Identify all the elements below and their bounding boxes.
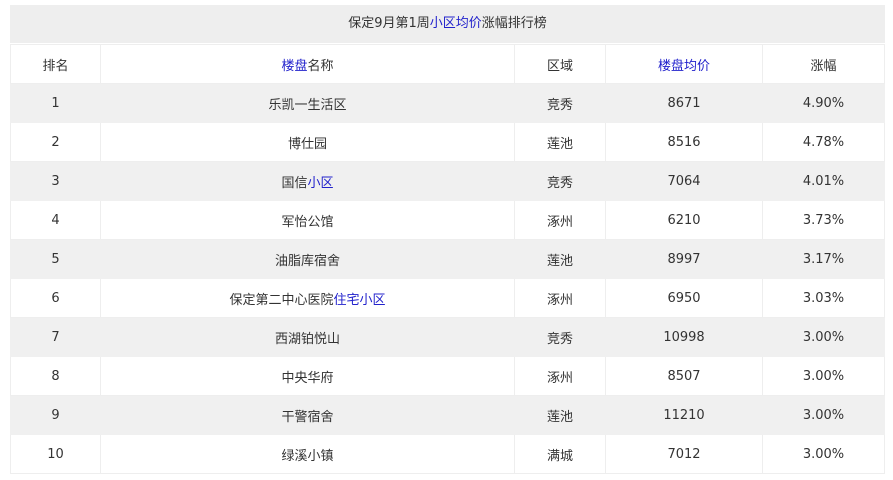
community-name: 博仕园 [287,136,327,152]
cell-change: 4.90% [762,83,885,123]
cell-rank: 7 [10,317,101,357]
cell-rank: 10 [10,434,101,474]
cell-area: 竞秀 [514,161,606,201]
table-row: 5 油脂库宿舍 莲池 8997 3.17% [10,239,885,279]
table-row: 7 西湖铂悦山 竞秀 10998 3.00% [10,317,885,357]
cell-price: 6210 [605,200,763,240]
community-name: 保定第二中心医院 [229,292,334,308]
header-change: 涨幅 [762,44,885,84]
price-ranking-table: 保定9月第1周小区均价涨幅排行榜 排名 楼盘名称 区域 楼盘均价 涨幅 1 乐凯一… [10,5,885,474]
cell-rank: 8 [10,356,101,396]
cell-area: 莲池 [514,395,606,435]
cell-name: 绿溪小镇 [100,434,515,474]
community-name: 西湖铂悦山 [274,331,340,347]
cell-name: 保定第二中心医院住宅小区 [100,278,515,318]
cell-rank: 2 [10,122,101,162]
header-name-rest: 名称 [307,58,334,74]
caption-prefix: 保定9月第1周 [348,16,430,31]
cell-change: 4.78% [762,122,885,162]
header-name: 楼盘名称 [100,44,515,84]
community-name: 油脂库宿舍 [274,253,340,269]
table-row: 2 博仕园 莲池 8516 4.78% [10,122,885,162]
cell-price: 7012 [605,434,763,474]
cell-price: 11210 [605,395,763,435]
cell-area: 涿州 [514,278,606,318]
table-row: 6 保定第二中心医院住宅小区 涿州 6950 3.03% [10,278,885,318]
cell-area: 莲池 [514,122,606,162]
caption-suffix: 涨幅排行榜 [481,16,547,31]
cell-name: 国信小区 [100,161,515,201]
cell-price: 6950 [605,278,763,318]
cell-change: 3.17% [762,239,885,279]
cell-change: 3.03% [762,278,885,318]
cell-rank: 4 [10,200,101,240]
cell-price: 10998 [605,317,763,357]
cell-price: 8507 [605,356,763,396]
cell-name: 西湖铂悦山 [100,317,515,357]
cell-price: 8997 [605,239,763,279]
cell-area: 涿州 [514,356,606,396]
cell-area: 满城 [514,434,606,474]
header-row: 排名 楼盘名称 区域 楼盘均价 涨幅 [10,44,885,84]
cell-price: 8671 [605,83,763,123]
community-name-link[interactable]: 住宅小区 [334,293,386,308]
community-name: 乐凯一生活区 [268,97,347,113]
table-row: 9 干警宿舍 莲池 11210 3.00% [10,395,885,435]
cell-rank: 5 [10,239,101,279]
cell-area: 竞秀 [514,83,606,123]
community-name: 绿溪小镇 [281,448,334,464]
cell-area: 莲池 [514,239,606,279]
cell-change: 3.00% [762,317,885,357]
caption-link[interactable]: 小区均价 [430,16,482,31]
cell-price: 8516 [605,122,763,162]
cell-change: 3.00% [762,356,885,396]
cell-change: 3.00% [762,395,885,435]
cell-change: 3.73% [762,200,885,240]
cell-name: 军怡公馆 [100,200,515,240]
table-caption: 保定9月第1周小区均价涨幅排行榜 [10,5,885,44]
community-name: 干警宿舍 [281,409,334,425]
ranking-table-container: 保定9月第1周小区均价涨幅排行榜 排名 楼盘名称 区域 楼盘均价 涨幅 1 乐凯一… [10,5,885,474]
cell-change: 3.00% [762,434,885,474]
cell-name: 中央华府 [100,356,515,396]
community-name-link[interactable]: 小区 [308,176,334,191]
header-price-link[interactable]: 楼盘均价 [605,44,763,84]
table-row: 10 绿溪小镇 满城 7012 3.00% [10,434,885,474]
cell-rank: 1 [10,83,101,123]
cell-name: 乐凯一生活区 [100,83,515,123]
cell-area: 涿州 [514,200,606,240]
cell-change: 4.01% [762,161,885,201]
cell-name: 干警宿舍 [100,395,515,435]
header-area: 区域 [514,44,606,84]
header-rank: 排名 [10,44,101,84]
cell-rank: 6 [10,278,101,318]
header-name-link[interactable]: 楼盘 [281,59,307,74]
cell-rank: 9 [10,395,101,435]
table-row: 1 乐凯一生活区 竞秀 8671 4.90% [10,83,885,123]
cell-name: 油脂库宿舍 [100,239,515,279]
table-row: 8 中央华府 涿州 8507 3.00% [10,356,885,396]
table-body: 1 乐凯一生活区 竞秀 8671 4.90% 2 博仕园 莲池 8516 4.78% 3 国信小区 竞秀… [10,83,885,474]
community-name: 国信 [281,175,308,191]
table-row: 3 国信小区 竞秀 7064 4.01% [10,161,885,201]
community-name: 中央华府 [281,370,334,386]
cell-price: 7064 [605,161,763,201]
community-name: 军怡公馆 [281,214,334,230]
cell-rank: 3 [10,161,101,201]
cell-name: 博仕园 [100,122,515,162]
cell-area: 竞秀 [514,317,606,357]
table-row: 4 军怡公馆 涿州 6210 3.73% [10,200,885,240]
